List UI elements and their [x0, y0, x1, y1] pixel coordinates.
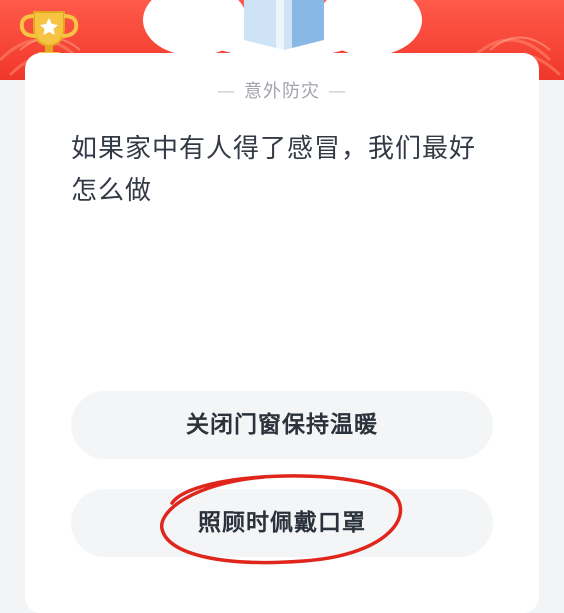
answer-option-2[interactable]: 照顾时佩戴口罩 [71, 489, 493, 557]
answer-option-1[interactable]: 关闭门窗保持温暖 [71, 391, 493, 459]
question-text: 如果家中有人得了感冒，我们最好怎么做 [71, 134, 477, 206]
gift-box-icon [244, 0, 324, 52]
answer-option-2-label: 照顾时佩戴口罩 [198, 510, 366, 536]
question-card: — 意外防灾 — 如果家中有人得了感冒，我们最好怎么做 关闭门窗保持温暖 照顾时佩戴… [25, 53, 539, 613]
category-dash-right: — [328, 81, 347, 102]
trophy-icon [19, 11, 79, 57]
category-dash-left: — [217, 81, 236, 102]
category-label: 意外防灾 [244, 81, 320, 102]
question-category: — 意外防灾 — [25, 77, 539, 103]
answer-option-1-label: 关闭门窗保持温暖 [186, 412, 378, 438]
